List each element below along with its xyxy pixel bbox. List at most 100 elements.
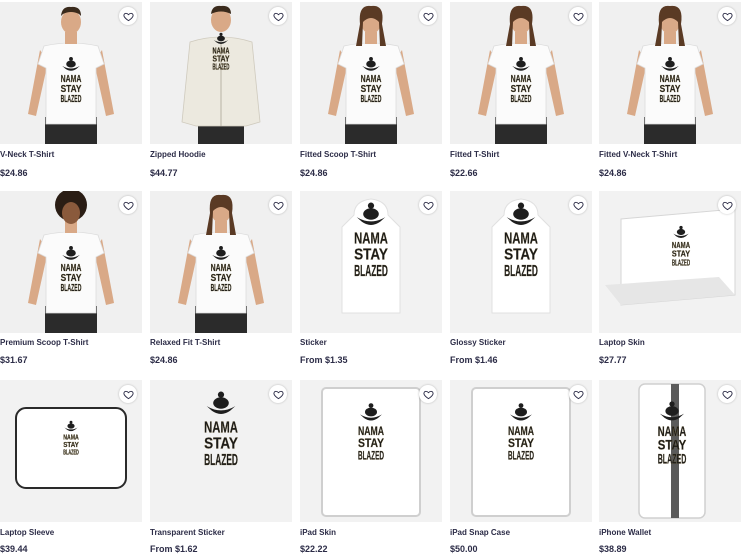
product-price: $24.86 — [300, 168, 328, 178]
product-artwork: NAMASTAYBLAZED — [150, 191, 292, 333]
product-image[interactable]: NAMA STAY BLAZED — [450, 380, 592, 522]
favorite-heart-icon[interactable] — [419, 7, 437, 25]
favorite-heart-icon[interactable] — [569, 196, 587, 214]
product-card[interactable]: NAMA STAY BLAZED Laptop Skin $27.77 — [599, 191, 741, 365]
product-image[interactable]: NAMA STAY BLAZED — [450, 2, 592, 144]
product-artwork: NAMASTAYBLAZED — [0, 191, 142, 333]
product-name[interactable]: Glossy Sticker — [450, 338, 506, 347]
product-artwork: NAMASTAYBLAZED — [150, 2, 292, 144]
product-image[interactable]: NAMA STAY BLAZED — [0, 191, 142, 333]
favorite-heart-icon[interactable] — [718, 385, 736, 403]
favorite-heart-icon[interactable] — [419, 196, 437, 214]
favorite-heart-icon[interactable] — [119, 7, 137, 25]
product-image[interactable]: NAMA STAY BLAZED — [450, 191, 592, 333]
favorite-heart-icon[interactable] — [119, 196, 137, 214]
favorite-heart-icon[interactable] — [269, 196, 287, 214]
product-name[interactable]: Sticker — [300, 338, 327, 347]
svg-text:BLAZED: BLAZED — [213, 62, 230, 71]
product-artwork: NAMASTAYBLAZED — [599, 380, 741, 522]
product-name[interactable]: Transparent Sticker — [150, 528, 225, 537]
product-name[interactable]: iPhone Wallet — [599, 528, 651, 537]
svg-text:BLAZED: BLAZED — [508, 449, 534, 463]
product-name[interactable]: V-Neck T-Shirt — [0, 150, 54, 159]
product-grid: NAMA STAY BLAZED V-Neck T-Shirt $24.86 NAM… — [0, 0, 743, 559]
favorite-heart-icon[interactable] — [569, 385, 587, 403]
favorite-heart-icon[interactable] — [269, 385, 287, 403]
product-price: From $1.46 — [450, 355, 498, 365]
favorite-heart-icon[interactable] — [419, 385, 437, 403]
product-name[interactable]: iPad Snap Case — [450, 528, 510, 537]
product-price: $31.67 — [0, 355, 28, 365]
favorite-heart-icon[interactable] — [269, 7, 287, 25]
product-image[interactable]: NAMA STAY BLAZED — [599, 191, 741, 333]
product-image[interactable]: NAMA STAY BLAZED — [0, 380, 142, 522]
product-artwork: NAMASTAYBLAZED — [599, 2, 741, 144]
product-name[interactable]: Premium Scoop T-Shirt — [0, 338, 88, 347]
product-artwork: NAMASTAYBLAZED — [450, 380, 592, 522]
svg-text:BLAZED: BLAZED — [63, 448, 79, 457]
favorite-heart-icon[interactable] — [119, 385, 137, 403]
product-price: From $1.35 — [300, 355, 348, 365]
svg-text:BLAZED: BLAZED — [511, 94, 532, 105]
product-price: $22.66 — [450, 168, 478, 178]
product-image[interactable]: NAMA STAY BLAZED — [599, 2, 741, 144]
product-name[interactable]: Fitted V-Neck T-Shirt — [599, 150, 677, 159]
product-card[interactable]: NAMA STAY BLAZED Zipped Hoodie $44.77 — [150, 2, 292, 178]
product-price: $27.77 — [599, 355, 627, 365]
product-artwork: NAMASTAYBLAZED — [300, 191, 442, 333]
product-card[interactable]: NAMA STAY BLAZED Fitted T-Shirt $22.66 — [450, 2, 592, 178]
product-image[interactable]: NAMA STAY BLAZED — [150, 380, 292, 522]
svg-text:BLAZED: BLAZED — [354, 262, 388, 280]
product-name[interactable]: iPad Skin — [300, 528, 336, 537]
svg-text:BLAZED: BLAZED — [361, 94, 382, 105]
svg-text:BLAZED: BLAZED — [204, 451, 238, 469]
product-card[interactable]: NAMA STAY BLAZED Relaxed Fit T-Shirt $24.8… — [150, 191, 292, 365]
svg-text:BLAZED: BLAZED — [358, 449, 384, 463]
product-card[interactable]: NAMA STAY BLAZED V-Neck T-Shirt $24.86 — [0, 2, 142, 178]
product-price: $38.89 — [599, 544, 627, 554]
product-card[interactable]: NAMA STAY BLAZED Premium Scoop T-Shirt $31… — [0, 191, 142, 365]
product-artwork: NAMASTAYBLAZED — [599, 191, 741, 333]
svg-text:BLAZED: BLAZED — [658, 451, 687, 466]
product-image[interactable]: NAMA STAY BLAZED — [599, 380, 741, 522]
product-name[interactable]: Zipped Hoodie — [150, 150, 206, 159]
product-card[interactable]: NAMA STAY BLAZED iPad Snap Case $50.00 — [450, 380, 592, 554]
product-card[interactable]: NAMA STAY BLAZED Transparent Sticker From … — [150, 380, 292, 554]
product-name[interactable]: Laptop Skin — [599, 338, 645, 347]
product-artwork: NAMASTAYBLAZED — [450, 191, 592, 333]
product-artwork: NAMASTAYBLAZED — [0, 2, 142, 144]
product-artwork: NAMASTAYBLAZED — [0, 380, 142, 522]
product-image[interactable]: NAMA STAY BLAZED — [300, 2, 442, 144]
product-card[interactable]: NAMA STAY BLAZED iPad Skin $22.22 — [300, 380, 442, 554]
product-image[interactable]: NAMA STAY BLAZED — [150, 191, 292, 333]
product-price: $22.22 — [300, 544, 328, 554]
product-card[interactable]: NAMA STAY BLAZED iPhone Wallet $38.89 — [599, 380, 741, 554]
product-artwork: NAMASTAYBLAZED — [300, 2, 442, 144]
product-price: $24.86 — [599, 168, 627, 178]
svg-text:BLAZED: BLAZED — [211, 283, 232, 294]
product-card[interactable]: NAMA STAY BLAZED Laptop Sleeve $39.44 — [0, 380, 142, 554]
product-image[interactable]: NAMA STAY BLAZED — [0, 2, 142, 144]
product-name[interactable]: Laptop Sleeve — [0, 528, 54, 537]
product-card[interactable]: NAMA STAY BLAZED Glossy Sticker From $1.46 — [450, 191, 592, 365]
favorite-heart-icon[interactable] — [718, 7, 736, 25]
product-artwork: NAMASTAYBLAZED — [150, 380, 292, 522]
product-price: $50.00 — [450, 544, 478, 554]
product-card[interactable]: NAMA STAY BLAZED Fitted V-Neck T-Shirt $24… — [599, 2, 741, 178]
product-name[interactable]: Relaxed Fit T-Shirt — [150, 338, 220, 347]
svg-text:BLAZED: BLAZED — [660, 94, 681, 105]
product-name[interactable]: Fitted T-Shirt — [450, 150, 499, 159]
product-price: $24.86 — [0, 168, 28, 178]
svg-text:BLAZED: BLAZED — [672, 257, 690, 267]
product-card[interactable]: NAMA STAY BLAZED Sticker From $1.35 — [300, 191, 442, 365]
product-price: $24.86 — [150, 355, 178, 365]
product-artwork: NAMASTAYBLAZED — [450, 2, 592, 144]
product-card[interactable]: NAMA STAY BLAZED Fitted Scoop T-Shirt $24.… — [300, 2, 442, 178]
favorite-heart-icon[interactable] — [718, 196, 736, 214]
product-image[interactable]: NAMA STAY BLAZED — [300, 380, 442, 522]
product-image[interactable]: NAMA STAY BLAZED — [150, 2, 292, 144]
product-price: $39.44 — [0, 544, 28, 554]
product-image[interactable]: NAMA STAY BLAZED — [300, 191, 442, 333]
favorite-heart-icon[interactable] — [569, 7, 587, 25]
product-name[interactable]: Fitted Scoop T-Shirt — [300, 150, 376, 159]
